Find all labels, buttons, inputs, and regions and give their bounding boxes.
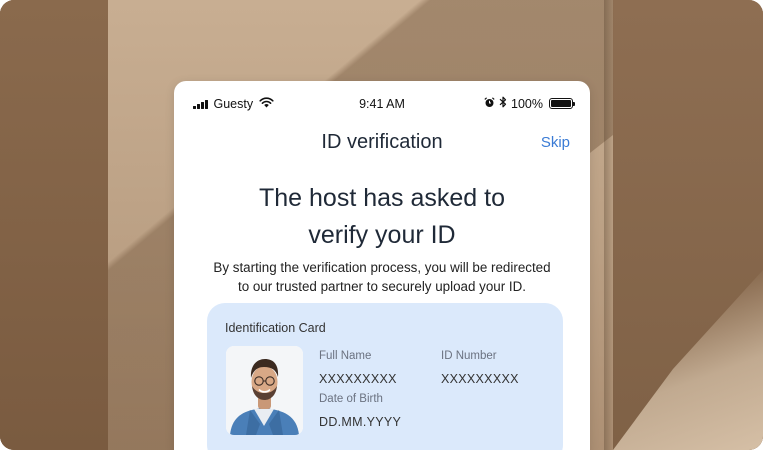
wall-left-shadow [0,0,108,450]
id-card-title: Identification Card [225,321,326,335]
headline-line-2: verify your ID [308,221,456,249]
id-card: Identification Card Full Name XXXXXXXXX … [207,303,563,450]
id-photo [226,346,303,435]
full-name-label: Full Name [319,350,372,362]
background-photo: Guesty 9:41 AM 100% ID verification Skip… [0,0,763,450]
status-right: 100% [484,96,575,111]
headline: The host has asked to verify your ID [214,180,550,254]
alarm-icon [484,96,495,111]
wall-edge [604,0,614,450]
bluetooth-icon [499,96,507,111]
description-line-1: By starting the verification process, yo… [213,260,551,275]
phone-screen: Guesty 9:41 AM 100% ID verification Skip… [174,81,590,450]
id-number-label: ID Number [441,350,497,362]
description-line-2: to our trusted partner to securely uploa… [237,279,527,294]
description: By starting the verification process, yo… [194,258,570,296]
full-name-value: XXXXXXXXX [319,372,397,386]
headline-line-1: The host has asked to [259,184,505,212]
status-bar: Guesty 9:41 AM 100% [174,81,590,125]
battery-icon [549,98,575,109]
battery-percent: 100% [511,96,543,111]
dob-value: DD.MM.YYYY [319,415,402,429]
dob-label: Date of Birth [319,393,383,405]
nav-title: ID verification [321,131,443,153]
skip-button[interactable]: Skip [541,134,570,151]
id-number-value: XXXXXXXXX [441,372,519,386]
